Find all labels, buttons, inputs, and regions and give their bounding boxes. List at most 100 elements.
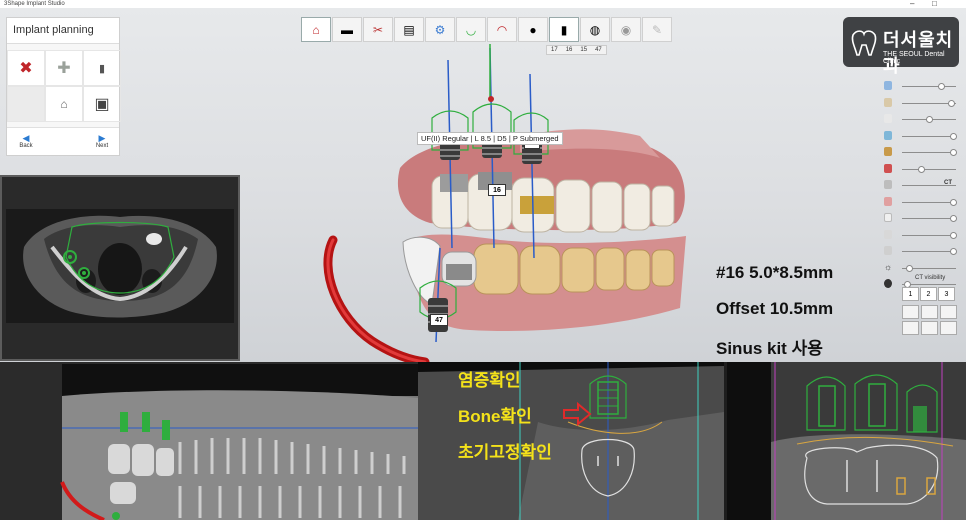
app-title: 3Shape Implant Studio [4, 1, 65, 7]
cross-section-view-1[interactable]: 염증확인 Bone확인 초기고정확인 [418, 362, 724, 520]
next-button[interactable]: ▶ Next [83, 128, 121, 155]
arch-icon: ◡ [465, 22, 477, 37]
panel-title: Implant planning [7, 18, 119, 44]
delete-implant-button[interactable]: ✖ [7, 50, 45, 86]
slider-model[interactable] [880, 95, 964, 112]
gum-layer-icon [884, 196, 892, 206]
note-implant-size: #16 5.0*8.5mm [716, 263, 834, 282]
tooth-button[interactable]: ● [518, 17, 548, 42]
implant-plan-icon: ⚙ [434, 22, 446, 37]
crown-layer-icon [884, 114, 892, 123]
sleeve-tool-button[interactable]: ▣ [83, 86, 121, 122]
slider-tooth[interactable] [880, 210, 964, 227]
tooth-17[interactable]: 17 [547, 46, 562, 54]
slider-implant[interactable] [880, 128, 964, 145]
slider-abutment[interactable] [880, 144, 964, 161]
tooth-16[interactable]: 16 [562, 46, 577, 54]
scan-layer-icon [884, 81, 892, 90]
check-bone: Bone확인 [458, 407, 532, 426]
title-bar: 3Shape Implant Studio – □ [0, 0, 966, 8]
view-cube-5[interactable] [921, 321, 938, 335]
tooth-layer-icon [884, 213, 892, 222]
tools-icon: ✂ [372, 22, 384, 37]
cross-section-image-2 [727, 362, 966, 520]
clinic-logo: 더서울치과 THE SEOUL Dental Clinic [843, 17, 959, 76]
implant-label-16[interactable]: 16 [488, 184, 506, 196]
slider-nerve[interactable] [880, 161, 964, 178]
abutment-icon: ⌂ [60, 97, 68, 111]
crown-icon: ◠ [496, 22, 508, 37]
ct-view-2-button[interactable]: 2 [920, 287, 937, 301]
axial-ct-view[interactable] [0, 175, 240, 361]
view-orientation-grid [902, 305, 957, 335]
model-layer-icon [884, 97, 892, 107]
implant-plan-button[interactable]: ⚙ [425, 17, 455, 42]
bone-layer-icon [884, 229, 892, 239]
slider-light[interactable]: ☼ [880, 260, 964, 277]
logo-english-text: THE SEOUL Dental Clinic [883, 51, 945, 65]
slider-bone[interactable] [880, 227, 964, 244]
panoramic-ct-image [0, 362, 418, 520]
slider-scan[interactable] [880, 78, 964, 95]
note-sinus-kit: Sinus kit 사용 [716, 339, 823, 358]
disc-button[interactable]: ◉ [611, 17, 641, 42]
implant-info-tooltip: UF(II) Regular | L 8.5 | D5 | P Submerge… [417, 132, 563, 145]
back-button[interactable]: ◀ Back [7, 128, 45, 155]
cross-section-view-2[interactable] [727, 362, 966, 520]
implant-planning-panel: Implant planning ✖ ✚ ▮ ⌂ ▣ ◀ Back ▶ Next [6, 17, 121, 156]
slider-jaw[interactable] [880, 243, 964, 260]
doc-icon: ▤ [403, 22, 415, 37]
minimize-button[interactable]: – [910, 0, 914, 8]
arrow-right-icon: ▶ [98, 133, 106, 143]
check-initial-stability: 초기고정확인 [458, 443, 552, 462]
slider-gum[interactable] [880, 194, 964, 211]
document-button[interactable]: ▤ [394, 17, 424, 42]
ct-views-strip: 염증확인 Bone확인 초기고정확인 [0, 362, 966, 520]
implant-icon: ▮ [560, 22, 568, 37]
tools-button[interactable]: ✂ [363, 17, 393, 42]
implant-button[interactable]: ▮ [549, 17, 579, 42]
ct-view-3-button[interactable]: 3 [938, 287, 955, 301]
workflow-toolbar: ⌂ ▬ ✂ ▤ ⚙ ◡ ◠ ● ▮ ◍ ◉ ✎ [301, 17, 673, 42]
maximize-button[interactable]: □ [932, 0, 937, 8]
note-offset: Offset 10.5mm [716, 299, 834, 318]
home-button[interactable]: ⌂ [301, 17, 331, 42]
abutment-tool-button[interactable]: ⌂ [45, 86, 83, 122]
ct-view-1-button[interactable]: 1 [902, 287, 919, 301]
ct-visibility-buttons: 1 2 3 [902, 287, 956, 301]
ct-label: CT [944, 180, 952, 186]
delete-x-icon: ✖ [19, 60, 33, 77]
slider-ct[interactable]: CT [880, 177, 964, 194]
sleeve-icon: ▣ [94, 96, 110, 113]
scan-icon: ▬ [341, 22, 353, 37]
slider-crown[interactable] [880, 111, 964, 128]
crown-button[interactable]: ◠ [487, 17, 517, 42]
guide-button[interactable]: ◍ [580, 17, 610, 42]
add-implant-button[interactable]: ✚ [45, 50, 83, 86]
view-cube-6[interactable] [940, 321, 957, 335]
tooth-icon: ● [529, 22, 537, 37]
view-cube-1[interactable] [902, 305, 919, 319]
arrow-left-icon: ◀ [22, 133, 30, 143]
home-icon: ⌂ [312, 22, 320, 37]
implant-label-47[interactable]: 47 [430, 314, 448, 326]
implant-tool-button[interactable]: ▮ [83, 50, 121, 86]
check-inflammation: 염증확인 [458, 371, 521, 390]
ct-visibility-label[interactable]: CT visibility [915, 275, 945, 281]
view-cube-2[interactable] [921, 305, 938, 319]
next-label: Next [95, 143, 109, 149]
view-cube-3[interactable] [940, 305, 957, 319]
scan-button[interactable]: ▬ [332, 17, 362, 42]
panoramic-ct-view[interactable] [0, 362, 418, 520]
add-plus-icon: ✚ [57, 60, 71, 77]
guide-icon: ◍ [589, 22, 601, 37]
arch-button[interactable]: ◡ [456, 17, 486, 42]
light-icon: ☼ [884, 261, 893, 272]
tooth-47[interactable]: 47 [591, 46, 606, 54]
tooth-15[interactable]: 15 [576, 46, 591, 54]
empty-tool-slot [7, 86, 45, 122]
view-cube-4[interactable] [902, 321, 919, 335]
3d-viewport[interactable]: 16 15 47 UF(II) Regular | L 8.5 | D5 | P… [0, 8, 966, 362]
wrench-button[interactable]: ✎ [642, 17, 672, 42]
